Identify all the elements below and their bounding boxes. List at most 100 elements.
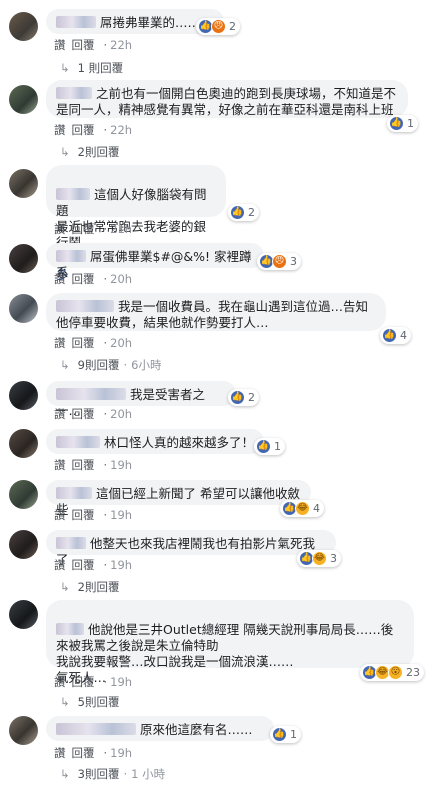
reply-button[interactable]: 回覆 [72,746,95,760]
like-button[interactable]: 讚 [54,675,66,689]
comment-time[interactable]: 19h [110,558,132,572]
comment-text: 之前也有一個開白色奧迪的跑到長庚球場，不知道是不是同一人，精神感覺有異常，好像之… [56,86,397,117]
comment-actions: 讚回覆 · 19h [54,675,133,689]
reply-button[interactable]: 回覆 [72,272,95,286]
comment-time[interactable]: 19h [110,458,132,472]
reaction-count[interactable]: 👍 1 [254,438,285,455]
like-button[interactable]: 讚 [54,38,66,52]
like-button[interactable]: 讚 [54,123,66,137]
like-icon: 👍 [272,727,287,742]
comment-actions: 讚回覆 · 20h [54,272,133,286]
like-button[interactable]: 讚 [54,222,66,236]
reply-button[interactable]: 回覆 [72,336,95,350]
commenter-name[interactable] [56,537,86,549]
like-button[interactable]: 讚 [54,558,66,572]
like-button[interactable]: 讚 [54,458,66,472]
comment-time[interactable]: 20h [110,272,132,286]
comment-bubble: 屌蛋佛畢業$#@&%! 家裡蹲系 [46,243,264,280]
reaction-count[interactable]: 👍 😠 3 [257,253,301,270]
avatar[interactable] [9,480,38,509]
comment-bubble: 我是一個收費員。我在龜山遇到這位過…告知他停車要收費，結果他就作勢要打人… [46,293,386,331]
reply-button[interactable]: 回覆 [72,407,95,421]
comment-bubble: 這個人好像腦袋有問題 最近也常常跑去我老婆的銀行鬧 真可惜我沒遇到…… 查看更多 [46,165,226,282]
view-replies[interactable]: ↳ 2則回覆 [60,144,119,160]
view-replies[interactable]: ↳ 1 則回覆 [60,60,123,76]
comment-time[interactable]: 22h [110,38,132,52]
avatar[interactable] [9,716,38,745]
avatar[interactable] [9,294,38,323]
commenter-name[interactable] [56,436,100,448]
avatar[interactable] [9,600,38,629]
haha-icon: 😂 [312,551,327,566]
view-replies[interactable]: ↳ 2則回覆 [60,579,119,595]
view-replies[interactable]: ↳ 9則回覆 · 6小時 [60,357,161,373]
reply-button[interactable]: 回覆 [72,675,95,689]
reply-button[interactable]: 回覆 [72,222,95,236]
commenter-name[interactable] [56,388,126,400]
reply-button[interactable]: 回覆 [72,38,95,52]
commenter-name[interactable] [56,250,86,262]
reply-button[interactable]: 回覆 [72,508,95,522]
like-button[interactable]: 讚 [54,336,66,350]
commenter-name[interactable] [56,723,136,735]
view-replies[interactable]: ↳ 5則回覆 [60,694,119,710]
reaction-count[interactable]: 👍 4 [380,327,411,344]
reaction-count[interactable]: 👍 1 [270,726,301,743]
comment-bubble: 林口怪人真的越來越多了！ [46,429,264,454]
like-button[interactable]: 讚 [54,746,66,760]
comment-time[interactable]: 20h [110,336,132,350]
reaction-count[interactable]: 👍 😂 😮 23 [360,664,424,681]
commenter-name[interactable] [56,87,92,99]
reply-arrow-icon: ↳ [60,767,70,781]
view-replies[interactable]: ↳ 3則回覆 · 1 小時 [60,766,165,782]
angry-icon: 😠 [272,254,287,269]
comment-actions: 讚回覆 · 21h [54,222,133,236]
avatar[interactable] [9,169,38,198]
comment-bubble: 之前也有一個開白色奧迪的跑到長庚球場，不知道是不是同一人，精神感覺有異常，好像之… [46,80,408,118]
comment-time[interactable]: 20h [110,407,132,421]
reaction-count[interactable]: 👍 1 [387,115,418,132]
like-icon: 👍 [230,205,245,220]
haha-icon: 😂 [295,501,310,516]
like-button[interactable]: 讚 [54,508,66,522]
comment-text: 林口怪人真的越來越多了！ [104,435,255,450]
comment-actions: 讚回覆 · 22h [54,38,133,52]
reaction-count[interactable]: 👍 2 [228,204,259,221]
avatar[interactable] [9,12,38,41]
avatar[interactable] [9,85,38,114]
comment-actions: 讚回覆 · 19h [54,458,133,472]
reply-button[interactable]: 回覆 [72,123,95,137]
like-button[interactable]: 讚 [54,272,66,286]
comment-time[interactable]: 19h [110,746,132,760]
reaction-count[interactable]: 👍 😂 3 [297,550,341,567]
reply-arrow-icon: ↳ [60,695,70,709]
comment-time[interactable]: 19h [110,508,132,522]
commenter-name[interactable] [56,16,96,28]
avatar[interactable] [9,244,38,273]
comment-time[interactable]: 19h [110,675,132,689]
comment-actions: 讚回覆 · 20h [54,407,133,421]
reaction-count[interactable]: 👍 2 [228,389,259,406]
avatar[interactable] [9,530,38,559]
wow-icon: 😮 [388,665,403,680]
avatar[interactable] [9,381,38,410]
reaction-count[interactable]: 👍 😠 2 [196,18,240,35]
avatar[interactable] [9,429,38,458]
reply-arrow-icon: ↳ [60,358,70,372]
commenter-name[interactable] [56,300,114,312]
comment-time[interactable]: 21h [110,222,132,236]
comment-bubble: 原來他這麼有名…… [46,716,274,741]
comment-bubble: 我是受害者之一… [46,381,236,418]
comment-bubble: 他說他是三井Outlet總經理 隔幾天說刑事局局長……後來被我罵之後說是朱立倫特… [46,600,414,685]
commenter-name[interactable] [56,188,90,200]
comment-actions: 讚回覆 · 22h [54,123,133,137]
reply-button[interactable]: 回覆 [72,558,95,572]
comment-time[interactable]: 22h [110,123,132,137]
like-icon: 👍 [389,116,404,131]
like-button[interactable]: 讚 [54,407,66,421]
commenter-name[interactable] [56,623,84,635]
reaction-count[interactable]: 👍 😂 4 [280,500,324,517]
reply-arrow-icon: ↳ [60,61,70,75]
commenter-name[interactable] [56,487,92,499]
reply-button[interactable]: 回覆 [72,458,95,472]
